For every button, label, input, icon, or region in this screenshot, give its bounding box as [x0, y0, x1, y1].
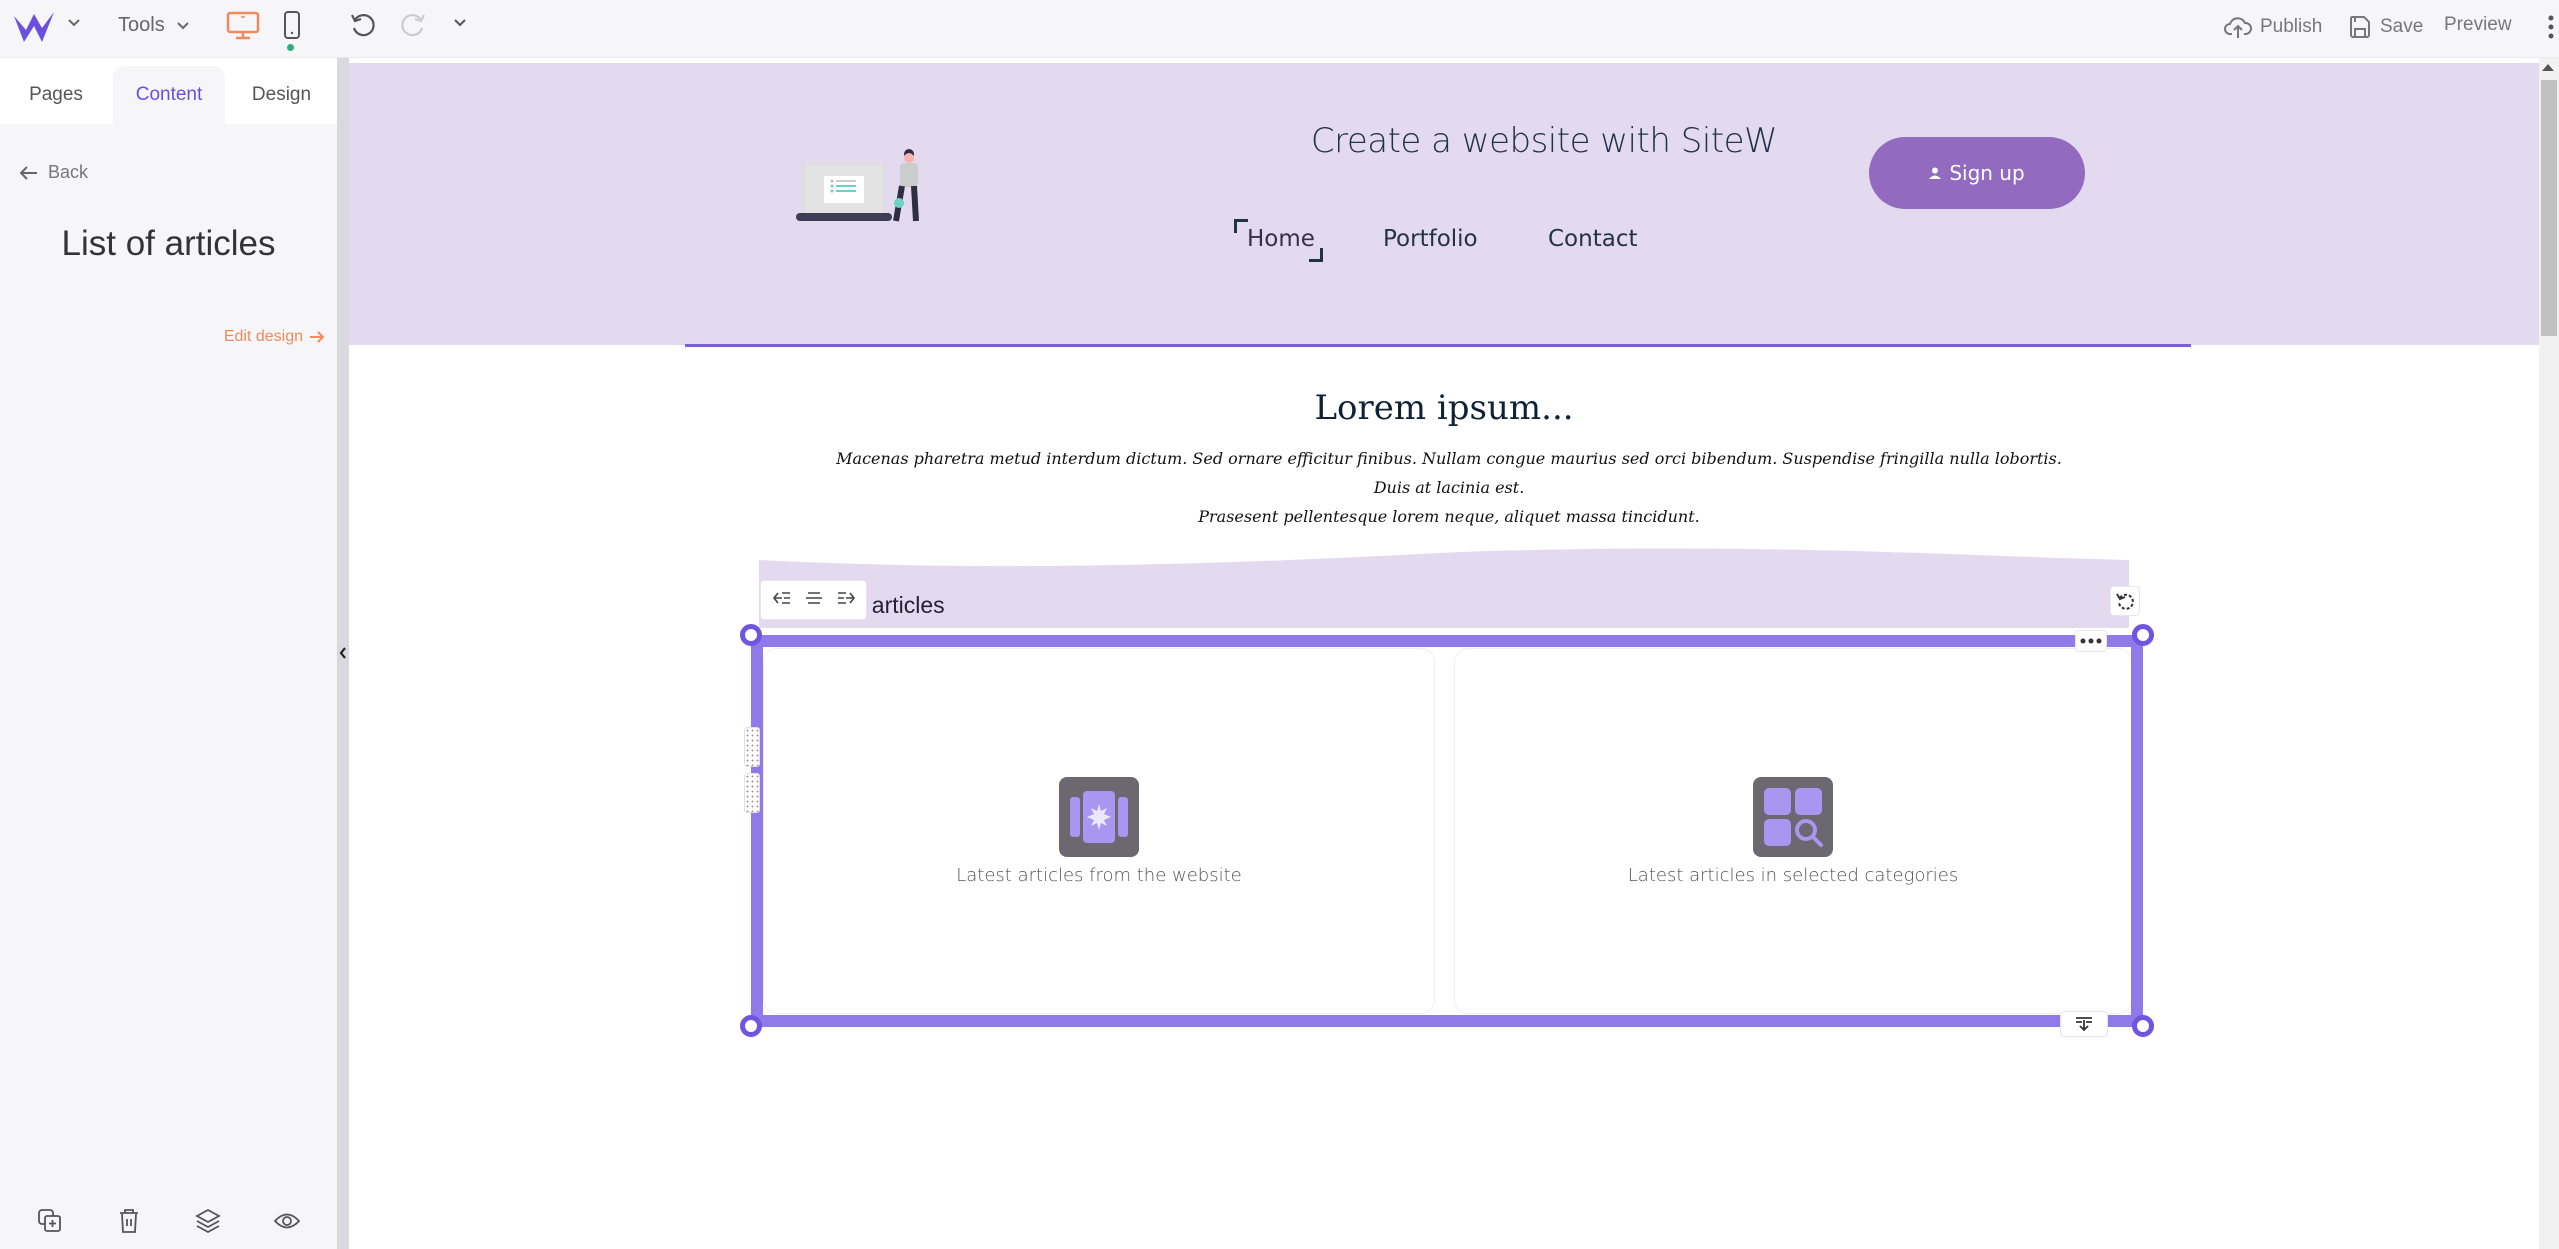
collapse-sidebar-chevron-icon[interactable]	[338, 645, 348, 666]
scroll-up-arrow-icon[interactable]	[2542, 64, 2554, 71]
section-paragraph[interactable]: Macenas pharetra metud interdum dictum. …	[829, 444, 2069, 531]
resize-handle-top-right[interactable]	[2132, 624, 2154, 646]
resize-handle-bottom-right[interactable]	[2132, 1015, 2154, 1037]
trash-icon[interactable]	[109, 1201, 149, 1241]
move-drag-handle[interactable]	[744, 727, 760, 823]
laptop-person-illustration	[796, 149, 919, 222]
site-header[interactable]	[349, 63, 2539, 345]
sidebar-tabs: Pages Content Design	[0, 58, 337, 124]
more-options-icon[interactable]	[2548, 14, 2554, 40]
redo-button[interactable]	[398, 10, 428, 40]
align-left-icon[interactable]	[772, 590, 792, 611]
arrow-right-icon	[310, 331, 325, 343]
reset-style-button[interactable]	[2110, 586, 2140, 616]
nav-home[interactable]: Home	[1247, 226, 1315, 252]
sign-up-label: Sign up	[1949, 161, 2025, 185]
save-button[interactable]: Save	[2348, 14, 2423, 40]
cloud-upload-icon	[2224, 17, 2252, 38]
redo-icon	[401, 14, 425, 37]
duplicate-icon[interactable]	[30, 1201, 70, 1241]
reset-icon	[2116, 593, 2134, 610]
back-label: Back	[48, 162, 89, 182]
publish-label: Publish	[2260, 16, 2323, 37]
preview-button[interactable]: Preview	[2444, 14, 2512, 36]
tab-design[interactable]: Design	[226, 66, 337, 124]
tools-menu[interactable]: Tools	[118, 10, 191, 40]
history-menu-chevron-icon[interactable]	[452, 14, 468, 30]
back-button[interactable]: Back	[20, 162, 88, 183]
publish-button[interactable]: Publish	[2224, 14, 2322, 40]
sidebar-actions	[0, 1193, 337, 1249]
align-center-icon[interactable]	[805, 590, 823, 611]
undo-icon	[351, 14, 375, 37]
mobile-icon	[284, 11, 300, 39]
paragraph-line: Prasesent pellentesque lorem neque, aliq…	[1198, 507, 1700, 526]
save-label: Save	[2380, 16, 2424, 37]
top-toolbar: Tools Publish Save Preview	[0, 0, 2559, 58]
panel-title: List of articles	[61, 224, 276, 263]
tab-content[interactable]: Content	[113, 66, 225, 124]
editor-canvas: Create a website with SiteW Home Portfol…	[349, 58, 2539, 1249]
sidebar: Pages Content Design Back List of articl…	[0, 58, 337, 1249]
active-nav-bracket	[1234, 219, 1248, 233]
logo-menu-chevron-icon[interactable]	[66, 14, 82, 30]
nav-portfolio[interactable]: Portfolio	[1383, 226, 1478, 252]
resize-handle-top-left[interactable]	[740, 624, 762, 646]
block-title[interactable]: t articles	[859, 592, 945, 619]
alignment-toolbar	[760, 580, 867, 620]
block-options-button[interactable]	[2075, 630, 2107, 652]
layers-icon[interactable]	[188, 1201, 228, 1241]
arrow-left-icon	[20, 165, 37, 180]
site-title[interactable]: Create a website with SiteW	[1249, 121, 1839, 161]
chevron-down-icon	[176, 22, 189, 30]
mobile-view-button[interactable]	[282, 10, 302, 40]
edit-design-link[interactable]: Edit design	[224, 328, 325, 346]
insert-below-button[interactable]	[2060, 1011, 2108, 1037]
sitew-logo[interactable]	[12, 8, 56, 48]
section-heading[interactable]: Lorem ipsum...	[349, 388, 2539, 428]
selected-block-frame	[751, 635, 2143, 1027]
insert-below-icon	[2076, 1017, 2092, 1032]
more-horizontal-icon	[2080, 638, 2102, 644]
tab-pages[interactable]: Pages	[0, 66, 112, 124]
nav-contact[interactable]: Contact	[1548, 226, 1637, 252]
edit-design-label: Edit design	[223, 328, 303, 345]
grip-icon	[744, 727, 760, 767]
user-icon	[1929, 167, 1942, 179]
eye-icon[interactable]	[267, 1201, 307, 1241]
tools-label: Tools	[118, 13, 165, 36]
mobile-status-dot	[287, 44, 294, 51]
undo-button[interactable]	[348, 10, 378, 40]
desktop-view-button[interactable]	[226, 10, 260, 40]
header-selection-line	[685, 344, 2191, 347]
block-title-background	[759, 548, 2129, 628]
resize-handle-bottom-left[interactable]	[740, 1015, 762, 1037]
desktop-icon	[226, 11, 260, 40]
paragraph-line: Macenas pharetra metud interdum dictum. …	[836, 449, 2062, 497]
align-right-icon[interactable]	[836, 590, 856, 611]
preview-label: Preview	[2444, 14, 2512, 35]
scrollbar-thumb[interactable]	[2541, 80, 2557, 336]
floppy-disk-icon	[2349, 16, 2370, 38]
sign-up-button[interactable]: Sign up	[1869, 137, 2085, 209]
grip-icon	[744, 773, 760, 813]
